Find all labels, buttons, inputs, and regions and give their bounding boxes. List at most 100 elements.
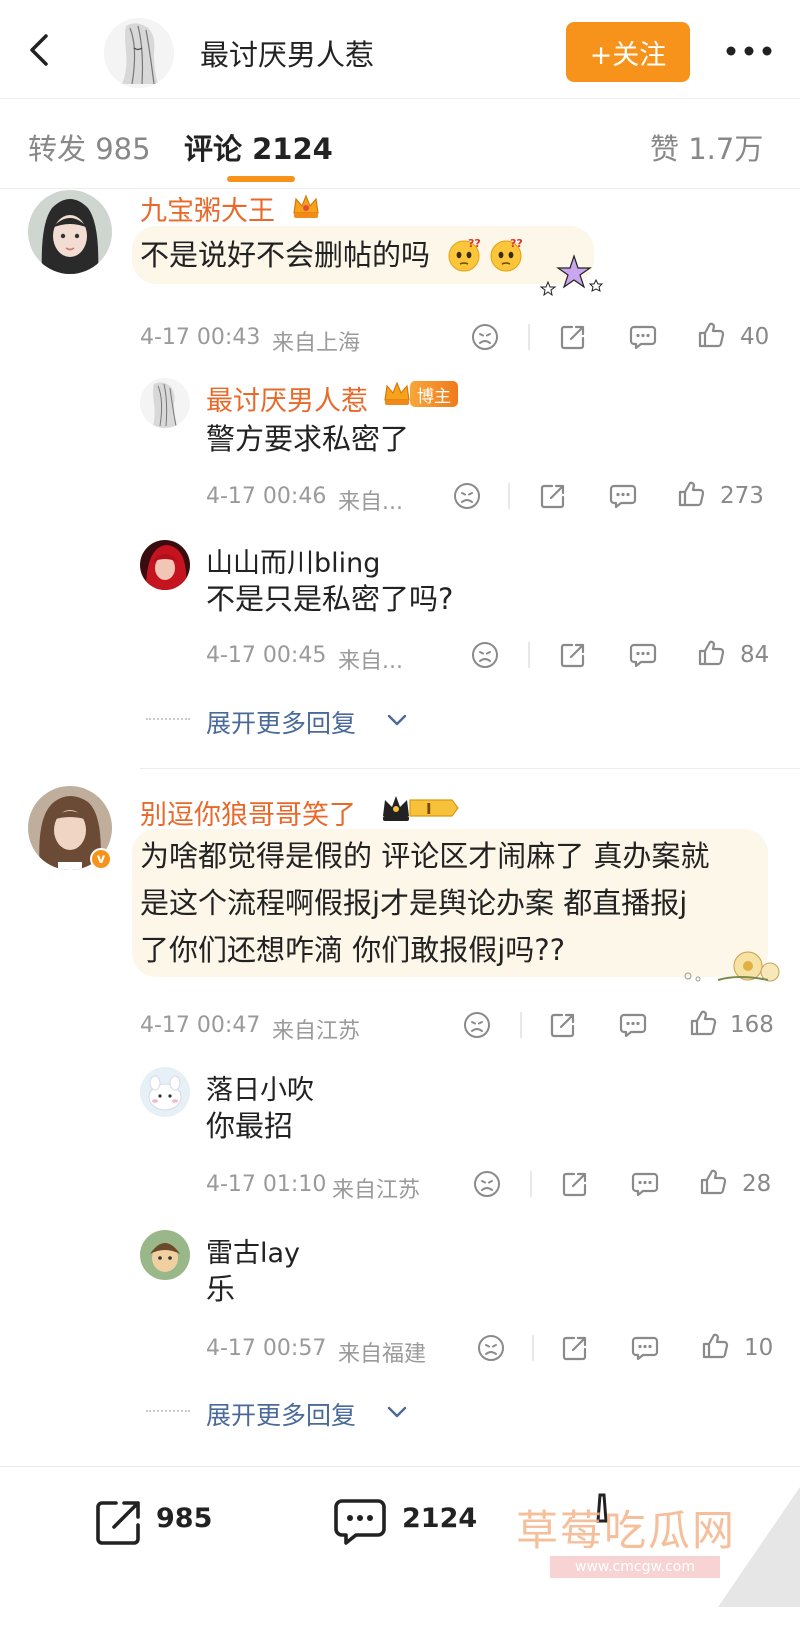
dislike-icon[interactable]	[452, 481, 482, 511]
share-icon[interactable]	[548, 1010, 578, 1040]
author-avatar[interactable]	[104, 18, 174, 88]
like-count: 10	[744, 1335, 774, 1361]
comment-location: 来自上海	[272, 331, 361, 356]
reply-location: 来自福建	[338, 1342, 427, 1367]
commenter-name[interactable]: 别逗你狼哥哥笑了	[140, 793, 356, 832]
divider	[0, 188, 800, 189]
share-icon[interactable]	[560, 1333, 590, 1363]
reply-icon[interactable]	[628, 322, 658, 352]
watermark-text: 草莓吃瓜网	[516, 1506, 737, 1555]
divider	[528, 642, 530, 668]
reply-icon[interactable]	[608, 481, 638, 511]
like-count: 168	[730, 1012, 774, 1038]
author-name[interactable]: 最讨厌男人惹	[200, 32, 374, 74]
tab-repost[interactable]: 转发 985	[28, 126, 151, 168]
flower-sticker-icon	[684, 951, 780, 982]
chevron-down-icon[interactable]	[386, 1404, 408, 1420]
reply-location: 来自...	[338, 490, 403, 515]
avatar[interactable]	[140, 1067, 190, 1117]
comment-text-line: 是这个流程啊假报j才是舆论办案 都直播报j	[140, 886, 688, 920]
dislike-icon[interactable]	[476, 1333, 506, 1363]
like-icon[interactable]	[688, 1008, 718, 1038]
crown-badge-icon	[384, 381, 410, 405]
like-icon[interactable]	[676, 479, 706, 509]
commenter-name[interactable]: 最讨厌男人惹	[206, 379, 368, 418]
svg-text:??: ??	[468, 237, 481, 250]
like-count: 28	[742, 1171, 772, 1197]
avatar[interactable]	[140, 378, 190, 428]
like-count: 84	[740, 642, 770, 668]
dislike-icon[interactable]	[462, 1010, 492, 1040]
divider	[508, 483, 510, 509]
like-icon[interactable]	[700, 1331, 730, 1361]
like-icon[interactable]	[696, 638, 726, 668]
comment-time: 4-17 00:47	[140, 1013, 261, 1038]
more-options-icon[interactable]	[724, 44, 774, 58]
reply-time: 4-17 00:57	[206, 1336, 327, 1361]
divider	[528, 324, 530, 350]
comment-text-line: 了你们还想咋滴 你们敢报假j吗??	[140, 933, 566, 967]
dislike-icon[interactable]	[472, 1169, 502, 1199]
avatar[interactable]	[140, 540, 190, 590]
commenter-name[interactable]: 九宝粥大王	[140, 189, 275, 228]
expand-replies-link[interactable]: 展开更多回复	[206, 1396, 356, 1432]
reply-icon[interactable]	[628, 640, 658, 670]
share-icon[interactable]	[560, 1169, 590, 1199]
comment-count[interactable]: 2124	[402, 1503, 477, 1534]
comment-text: 不是说好不会删帖的吗	[140, 238, 431, 272]
commenter-name[interactable]: 落日小吹	[206, 1068, 314, 1107]
commenter-name[interactable]: 雷古lay	[206, 1231, 300, 1270]
reply-time: 4-17 00:46	[206, 484, 327, 509]
avatar[interactable]	[28, 190, 112, 274]
like-count: 273	[720, 483, 764, 509]
watermark-url: www.cmcgw.com	[550, 1556, 720, 1578]
follow-button[interactable]: +关注	[566, 22, 690, 82]
divider	[0, 98, 800, 99]
comment-time: 4-17 00:43	[140, 325, 261, 350]
divider	[532, 1335, 534, 1361]
reply-icon[interactable]	[630, 1169, 660, 1199]
like-icon[interactable]	[698, 1167, 728, 1197]
reply-location: 来自...	[338, 649, 403, 674]
divider	[520, 1012, 522, 1038]
comment-location: 来自江苏	[272, 1019, 361, 1044]
reply-icon[interactable]	[618, 1010, 648, 1040]
reply-time: 4-17 00:45	[206, 643, 327, 668]
confused-emoji-icon: ??	[448, 237, 481, 272]
chevron-down-icon[interactable]	[386, 712, 408, 728]
commenter-name[interactable]: 山山而川bling	[206, 541, 380, 580]
vip-crown-badge-icon: I	[383, 796, 459, 821]
verified-badge-icon: v	[90, 848, 112, 870]
author-badge: 博主	[410, 381, 458, 407]
reply-icon[interactable]	[630, 1333, 660, 1363]
tab-likes[interactable]: 赞 1.7万	[650, 126, 763, 168]
like-icon[interactable]	[696, 320, 726, 350]
expand-replies-link[interactable]: 展开更多回复	[206, 704, 356, 740]
reply-text: 警方要求私密了	[206, 422, 410, 456]
reply-time: 4-17 01:10	[206, 1172, 327, 1197]
divider	[146, 718, 190, 720]
share-icon[interactable]	[558, 322, 588, 352]
dislike-icon[interactable]	[470, 322, 500, 352]
share-icon[interactable]	[558, 640, 588, 670]
divider	[140, 768, 800, 769]
active-tab-indicator	[227, 176, 295, 182]
tab-comments[interactable]: 评论 2124	[184, 126, 333, 168]
dislike-icon[interactable]	[470, 640, 500, 670]
reply-text: 不是只是私密了吗?	[206, 582, 454, 616]
comment-text-line: 为啥都觉得是假的 评论区才闹麻了 真办案就	[140, 839, 710, 873]
reply-text: 你最招	[206, 1109, 294, 1143]
comment-icon[interactable]	[332, 1495, 388, 1549]
svg-text:I: I	[426, 800, 432, 818]
back-arrow-icon[interactable]	[22, 30, 58, 70]
divider	[146, 1410, 190, 1412]
repost-count[interactable]: 985	[156, 1503, 212, 1534]
like-count: 40	[740, 324, 770, 350]
avatar[interactable]	[140, 1230, 190, 1280]
crown-badge-icon	[293, 194, 319, 218]
repost-icon[interactable]	[92, 1497, 144, 1549]
share-icon[interactable]	[538, 481, 568, 511]
reply-location: 来自江苏	[332, 1178, 421, 1203]
reply-text: 乐	[206, 1272, 236, 1306]
confused-emoji-icon: ??	[490, 237, 523, 272]
